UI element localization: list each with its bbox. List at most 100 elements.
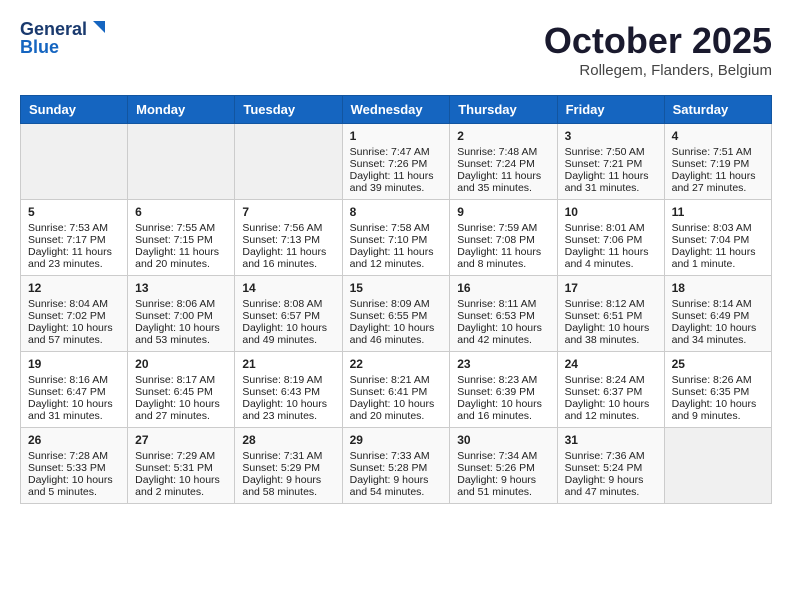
sunrise-text: Sunrise: 8:04 AM <box>28 298 120 310</box>
daylight-text: Daylight: 11 hours and 1 minute. <box>672 246 764 270</box>
sunset-text: Sunset: 7:17 PM <box>28 234 120 246</box>
calendar-cell: 13Sunrise: 8:06 AMSunset: 7:00 PMDayligh… <box>128 276 235 352</box>
day-number: 18 <box>672 281 764 295</box>
weekday-header: Friday <box>557 96 664 124</box>
day-number: 29 <box>350 433 443 447</box>
sunrise-text: Sunrise: 8:03 AM <box>672 222 764 234</box>
calendar-cell <box>21 124 128 200</box>
day-number: 28 <box>242 433 334 447</box>
month-title: October 2025 <box>544 20 772 62</box>
calendar-cell: 10Sunrise: 8:01 AMSunset: 7:06 PMDayligh… <box>557 200 664 276</box>
sunset-text: Sunset: 6:35 PM <box>672 386 764 398</box>
day-number: 11 <box>672 205 764 219</box>
sunrise-text: Sunrise: 7:51 AM <box>672 146 764 158</box>
day-number: 13 <box>135 281 227 295</box>
calendar-week-row: 26Sunrise: 7:28 AMSunset: 5:33 PMDayligh… <box>21 428 772 504</box>
sunrise-text: Sunrise: 7:36 AM <box>565 450 657 462</box>
title-block: October 2025 Rollegem, Flanders, Belgium <box>544 20 772 79</box>
daylight-text: Daylight: 11 hours and 20 minutes. <box>135 246 227 270</box>
sunset-text: Sunset: 6:53 PM <box>457 310 549 322</box>
sunrise-text: Sunrise: 8:08 AM <box>242 298 334 310</box>
sunset-text: Sunset: 5:24 PM <box>565 462 657 474</box>
day-number: 14 <box>242 281 334 295</box>
calendar-cell: 8Sunrise: 7:58 AMSunset: 7:10 PMDaylight… <box>342 200 450 276</box>
location-text: Rollegem, Flanders, Belgium <box>544 62 772 79</box>
sunrise-text: Sunrise: 8:14 AM <box>672 298 764 310</box>
day-number: 25 <box>672 357 764 371</box>
sunset-text: Sunset: 6:57 PM <box>242 310 334 322</box>
daylight-text: Daylight: 11 hours and 12 minutes. <box>350 246 443 270</box>
day-number: 9 <box>457 205 549 219</box>
sunset-text: Sunset: 7:24 PM <box>457 158 549 170</box>
sunset-text: Sunset: 7:04 PM <box>672 234 764 246</box>
calendar-week-row: 12Sunrise: 8:04 AMSunset: 7:02 PMDayligh… <box>21 276 772 352</box>
sunset-text: Sunset: 7:13 PM <box>242 234 334 246</box>
calendar-cell: 30Sunrise: 7:34 AMSunset: 5:26 PMDayligh… <box>450 428 557 504</box>
sunset-text: Sunset: 6:47 PM <box>28 386 120 398</box>
sunset-text: Sunset: 7:19 PM <box>672 158 764 170</box>
daylight-text: Daylight: 10 hours and 9 minutes. <box>672 398 764 422</box>
day-number: 16 <box>457 281 549 295</box>
day-number: 3 <box>565 129 657 143</box>
day-number: 19 <box>28 357 120 371</box>
daylight-text: Daylight: 11 hours and 16 minutes. <box>242 246 334 270</box>
sunset-text: Sunset: 6:45 PM <box>135 386 227 398</box>
sunrise-text: Sunrise: 8:11 AM <box>457 298 549 310</box>
sunset-text: Sunset: 6:49 PM <box>672 310 764 322</box>
day-number: 20 <box>135 357 227 371</box>
daylight-text: Daylight: 10 hours and 27 minutes. <box>135 398 227 422</box>
logo-general-text: General <box>20 20 87 38</box>
day-number: 5 <box>28 205 120 219</box>
day-number: 27 <box>135 433 227 447</box>
sunset-text: Sunset: 6:39 PM <box>457 386 549 398</box>
sunset-text: Sunset: 7:06 PM <box>565 234 657 246</box>
sunrise-text: Sunrise: 8:23 AM <box>457 374 549 386</box>
daylight-text: Daylight: 10 hours and 57 minutes. <box>28 322 120 346</box>
day-number: 2 <box>457 129 549 143</box>
calendar-week-row: 5 Sunrise: 7:53 AMSunset: 7:17 PM Daylight… <box>21 200 772 276</box>
daylight-text: Daylight: 10 hours and 53 minutes. <box>135 322 227 346</box>
sunset-text: Sunset: 6:51 PM <box>565 310 657 322</box>
daylight-text: Daylight: 11 hours and 8 minutes. <box>457 246 549 270</box>
sunrise-text: Sunrise: 8:09 AM <box>350 298 443 310</box>
sunset-text: Sunset: 7:00 PM <box>135 310 227 322</box>
sunset-text: Sunset: 6:37 PM <box>565 386 657 398</box>
calendar-cell: 3Sunrise: 7:50 AMSunset: 7:21 PMDaylight… <box>557 124 664 200</box>
sunrise-text: Sunrise: 7:31 AM <box>242 450 334 462</box>
sunset-text: Sunset: 7:10 PM <box>350 234 443 246</box>
sunrise-text: Sunrise: 8:01 AM <box>565 222 657 234</box>
weekday-header: Saturday <box>664 96 771 124</box>
calendar-cell: 29Sunrise: 7:33 AMSunset: 5:28 PMDayligh… <box>342 428 450 504</box>
calendar-cell: 20Sunrise: 8:17 AMSunset: 6:45 PMDayligh… <box>128 352 235 428</box>
day-number: 1 <box>350 129 443 143</box>
day-number: 8 <box>350 205 443 219</box>
calendar-cell: 21Sunrise: 8:19 AMSunset: 6:43 PMDayligh… <box>235 352 342 428</box>
sunrise-text: Sunrise: 7:33 AM <box>350 450 443 462</box>
daylight-text: Daylight: 10 hours and 34 minutes. <box>672 322 764 346</box>
calendar-table: SundayMondayTuesdayWednesdayThursdayFrid… <box>20 95 772 504</box>
sunrise-text: Sunrise: 7:47 AM <box>350 146 443 158</box>
daylight-text: Daylight: 9 hours and 58 minutes. <box>242 474 334 498</box>
day-number: 7 <box>242 205 334 219</box>
daylight-text: Daylight: 11 hours and 31 minutes. <box>565 170 657 194</box>
calendar-cell: 22Sunrise: 8:21 AMSunset: 6:41 PMDayligh… <box>342 352 450 428</box>
calendar-cell: 24Sunrise: 8:24 AMSunset: 6:37 PMDayligh… <box>557 352 664 428</box>
day-number: 10 <box>565 205 657 219</box>
calendar-cell: 17Sunrise: 8:12 AMSunset: 6:51 PMDayligh… <box>557 276 664 352</box>
calendar-header-row: SundayMondayTuesdayWednesdayThursdayFrid… <box>21 96 772 124</box>
calendar-cell <box>664 428 771 504</box>
sunrise-text: Sunrise: 8:19 AM <box>242 374 334 386</box>
daylight-text: Daylight: 10 hours and 5 minutes. <box>28 474 120 498</box>
calendar-cell: 25Sunrise: 8:26 AMSunset: 6:35 PMDayligh… <box>664 352 771 428</box>
weekday-header: Tuesday <box>235 96 342 124</box>
weekday-header: Wednesday <box>342 96 450 124</box>
sunrise-text: Sunrise: 8:21 AM <box>350 374 443 386</box>
daylight-text: Daylight: 10 hours and 20 minutes. <box>350 398 443 422</box>
sunrise-text: Sunrise: 7:29 AM <box>135 450 227 462</box>
calendar-cell <box>128 124 235 200</box>
calendar-cell: 2Sunrise: 7:48 AMSunset: 7:24 PMDaylight… <box>450 124 557 200</box>
daylight-text: Daylight: 10 hours and 49 minutes. <box>242 322 334 346</box>
calendar-cell: 15Sunrise: 8:09 AMSunset: 6:55 PMDayligh… <box>342 276 450 352</box>
calendar-cell: 4Sunrise: 7:51 AMSunset: 7:19 PMDaylight… <box>664 124 771 200</box>
sunrise-text: Sunrise: 7:53 AM <box>28 222 120 234</box>
